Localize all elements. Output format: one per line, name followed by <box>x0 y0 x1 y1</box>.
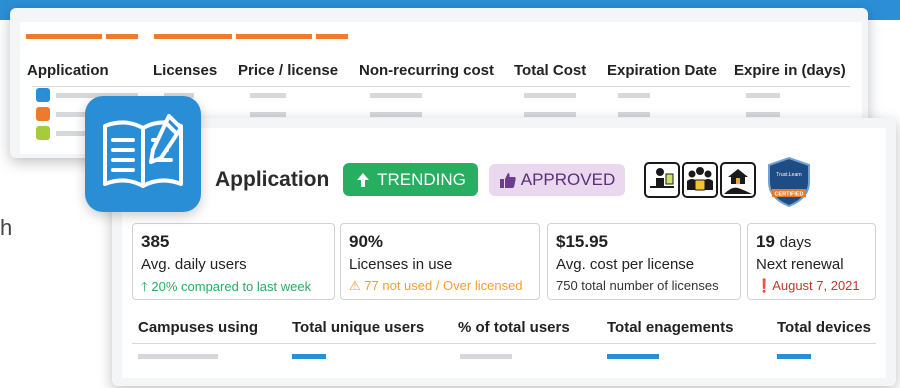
placeholder-bar <box>607 354 659 359</box>
column-header[interactable]: Total Cost <box>514 62 586 79</box>
placeholder-bar <box>460 354 512 359</box>
warning-icon: ⚠ <box>349 278 361 293</box>
renewal-unit: days <box>779 234 812 251</box>
stat-trend-text: 20% compared to last week <box>151 279 312 294</box>
placeholder-bar <box>250 93 286 98</box>
column-accent <box>316 34 348 39</box>
stat-label: Licenses in use <box>349 256 453 273</box>
shield-label: CERTIFIED <box>774 192 803 198</box>
stat-value: 19 days <box>756 232 875 252</box>
column-header[interactable]: Licenses <box>153 62 217 79</box>
stat-warning: ⚠ 77 not used / Over licensed <box>349 278 539 294</box>
column-header[interactable]: Campuses using <box>138 319 258 336</box>
student-desk-icon[interactable] <box>644 162 680 198</box>
placeholder-bar <box>370 112 422 117</box>
placeholder-bar <box>292 354 326 359</box>
column-header[interactable]: Expiration Date <box>607 62 717 79</box>
placeholder-bar <box>746 112 780 117</box>
partial-text: h <box>0 215 13 240</box>
header-divider <box>132 343 876 344</box>
header-divider <box>32 86 850 87</box>
arrow-up-icon: 🡑 <box>141 279 148 294</box>
column-header[interactable]: % of total users <box>458 319 570 336</box>
row-color-swatch <box>36 126 50 140</box>
stat-warning-text: 77 not used / Over licensed <box>364 278 523 293</box>
renewal-date: August 7, 2021 <box>772 278 860 293</box>
group-lock-icon[interactable] <box>682 162 718 198</box>
stat-card-licenses-in-use: 90% Licenses in use ⚠ 77 not used / Over… <box>340 223 540 300</box>
placeholder-bar <box>777 354 811 359</box>
stat-note: 750 total number of licenses <box>556 278 719 293</box>
app-icon[interactable] <box>85 96 201 212</box>
column-header[interactable]: Price / license <box>238 62 338 79</box>
arrow-up-icon <box>357 172 370 187</box>
stat-value: 90% <box>349 232 384 251</box>
trending-label: TRENDING <box>377 169 466 189</box>
shield-top-label: Trust.Learn <box>776 172 802 178</box>
stat-label: Next renewal <box>756 256 844 273</box>
app-summary-panel: Application TRENDING APPROVED CERTIFIED … <box>122 128 886 378</box>
stat-trend: 🡑 20% compared to last week <box>141 278 334 300</box>
notebook-pencil-icon <box>103 114 183 188</box>
placeholder-bar <box>250 112 286 117</box>
column-accent <box>26 34 102 39</box>
app-summary-card: Application TRENDING APPROVED CERTIFIED … <box>112 118 896 386</box>
renewal-days: 19 <box>756 232 775 251</box>
stat-value: $15.95 <box>556 232 608 251</box>
column-header[interactable]: Total unique users <box>292 319 424 336</box>
approved-label: APPROVED <box>520 170 616 189</box>
column-header[interactable]: Total devices <box>777 319 871 336</box>
home-path-icon[interactable] <box>720 162 756 198</box>
trending-badge: TRENDING <box>343 163 478 196</box>
stat-alert: ❗August 7, 2021 <box>756 278 875 294</box>
stat-card-daily-users: 385 Avg. daily users 🡑 20% compared to l… <box>132 223 335 300</box>
placeholder-bar <box>618 112 650 117</box>
placeholder-bar <box>618 93 650 98</box>
certified-shield-icon[interactable]: CERTIFIED Trust.Learn <box>766 156 812 213</box>
column-accent <box>106 34 138 39</box>
row-color-swatch <box>36 88 50 102</box>
stat-card-next-renewal: 19 days Next renewal ❗August 7, 2021 <box>747 223 876 300</box>
stat-card-cost-per-license: $15.95 Avg. cost per license 750 total n… <box>547 223 741 300</box>
column-header[interactable]: Non-recurring cost <box>359 62 494 79</box>
app-title: Application <box>215 168 330 191</box>
row-color-swatch <box>36 107 50 121</box>
stat-label: Avg. cost per license <box>556 256 695 273</box>
thumbs-up-icon <box>499 173 516 188</box>
stat-label: Avg. daily users <box>141 256 247 273</box>
placeholder-bar <box>524 112 576 117</box>
placeholder-bar <box>524 93 576 98</box>
column-header[interactable]: Application <box>27 62 109 79</box>
column-header[interactable]: Expire in (days) <box>734 62 846 79</box>
placeholder-bar <box>746 93 780 98</box>
stat-value: 385 <box>141 232 170 251</box>
alert-icon: ❗ <box>756 278 773 293</box>
column-accent <box>154 34 232 39</box>
column-accent <box>236 34 312 39</box>
approved-badge: APPROVED <box>489 164 625 196</box>
placeholder-bar <box>370 93 422 98</box>
placeholder-bar <box>138 354 218 359</box>
column-header[interactable]: Total enagements <box>607 319 733 336</box>
